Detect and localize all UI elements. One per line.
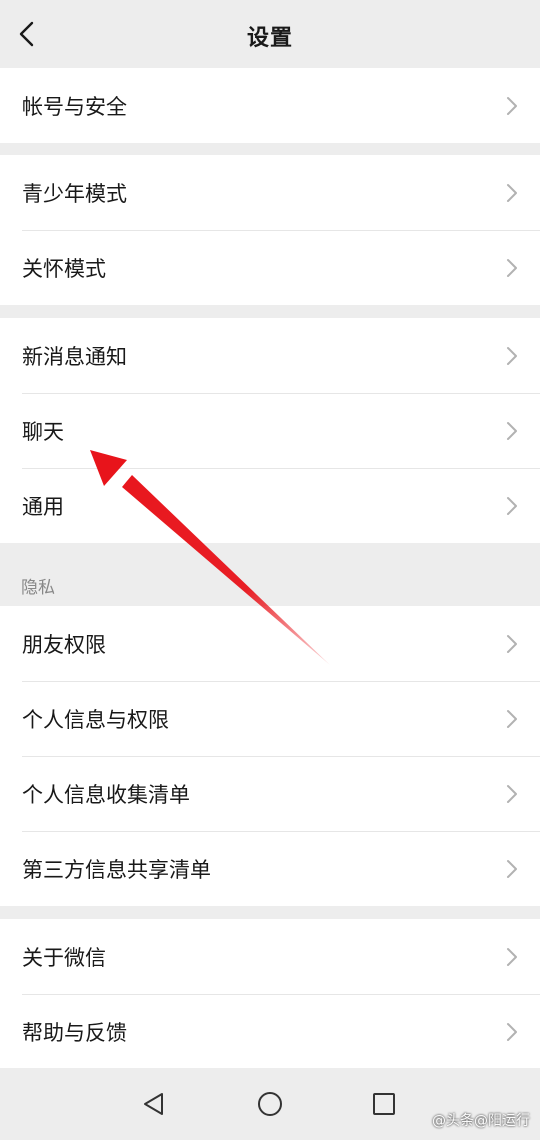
nav-back-button[interactable] (136, 1086, 172, 1122)
settings-item-label: 聊天 (22, 419, 64, 444)
settings-item-label: 新消息通知 (22, 344, 127, 369)
settings-item-personal-info-collection[interactable]: 个人信息收集清单 (0, 756, 540, 831)
settings-group-account: 帐号与安全 (0, 68, 540, 143)
settings-item-third-party-sharing[interactable]: 第三方信息共享清单 (0, 831, 540, 906)
chevron-right-icon (507, 709, 517, 728)
settings-group-about: 关于微信 帮助与反馈 (0, 919, 540, 1069)
section-title-privacy: 隐私 (21, 578, 55, 598)
settings-item-label: 关怀模式 (22, 256, 106, 281)
nav-home-button[interactable] (252, 1086, 288, 1122)
settings-item-friend-permissions[interactable]: 朋友权限 (0, 606, 540, 681)
nav-home-icon (258, 1092, 282, 1116)
back-button[interactable] (8, 14, 48, 54)
settings-item-label: 青少年模式 (22, 181, 127, 206)
settings-item-chat[interactable]: 聊天 (0, 393, 540, 468)
chevron-right-icon (507, 183, 517, 202)
settings-item-label: 帮助与反馈 (22, 1020, 127, 1045)
settings-item-help-feedback[interactable]: 帮助与反馈 (0, 994, 540, 1069)
title-bar: 设置 (0, 0, 540, 68)
chevron-right-icon (507, 947, 517, 966)
chevron-right-icon (507, 258, 517, 277)
settings-item-label: 个人信息收集清单 (22, 782, 190, 807)
settings-item-label: 通用 (22, 494, 64, 519)
chevron-right-icon (507, 96, 517, 115)
chevron-right-icon (507, 346, 517, 365)
nav-recents-icon (373, 1093, 395, 1115)
settings-item-personal-info-permissions[interactable]: 个人信息与权限 (0, 681, 540, 756)
chevron-right-icon (507, 634, 517, 653)
settings-item-label: 朋友权限 (22, 632, 106, 657)
chevron-left-icon (19, 21, 34, 47)
settings-item-label: 帐号与安全 (22, 94, 127, 119)
chevron-right-icon (507, 784, 517, 803)
nav-back-icon (144, 1093, 163, 1115)
settings-group-modes: 青少年模式 关怀模式 (0, 155, 540, 305)
chevron-right-icon (507, 859, 517, 878)
settings-item-care-mode[interactable]: 关怀模式 (0, 230, 540, 305)
settings-item-general[interactable]: 通用 (0, 468, 540, 543)
chevron-right-icon (507, 421, 517, 440)
page-title: 设置 (246, 26, 293, 51)
settings-item-label: 关于微信 (22, 945, 106, 970)
settings-item-label: 第三方信息共享清单 (22, 857, 211, 882)
settings-group-general: 新消息通知 聊天 通用 (0, 318, 540, 543)
chevron-right-icon (507, 1022, 517, 1041)
chevron-right-icon (507, 496, 517, 515)
settings-item-about-wechat[interactable]: 关于微信 (0, 919, 540, 994)
settings-item-notifications[interactable]: 新消息通知 (0, 318, 540, 393)
nav-recents-button[interactable] (366, 1086, 402, 1122)
settings-group-privacy: 朋友权限 个人信息与权限 个人信息收集清单 第三方信息共享清单 (0, 606, 540, 906)
settings-item-account-security[interactable]: 帐号与安全 (0, 68, 540, 143)
settings-item-youth-mode[interactable]: 青少年模式 (0, 155, 540, 230)
watermark: @头条@阳运行 (432, 1113, 530, 1129)
settings-item-label: 个人信息与权限 (22, 707, 169, 732)
